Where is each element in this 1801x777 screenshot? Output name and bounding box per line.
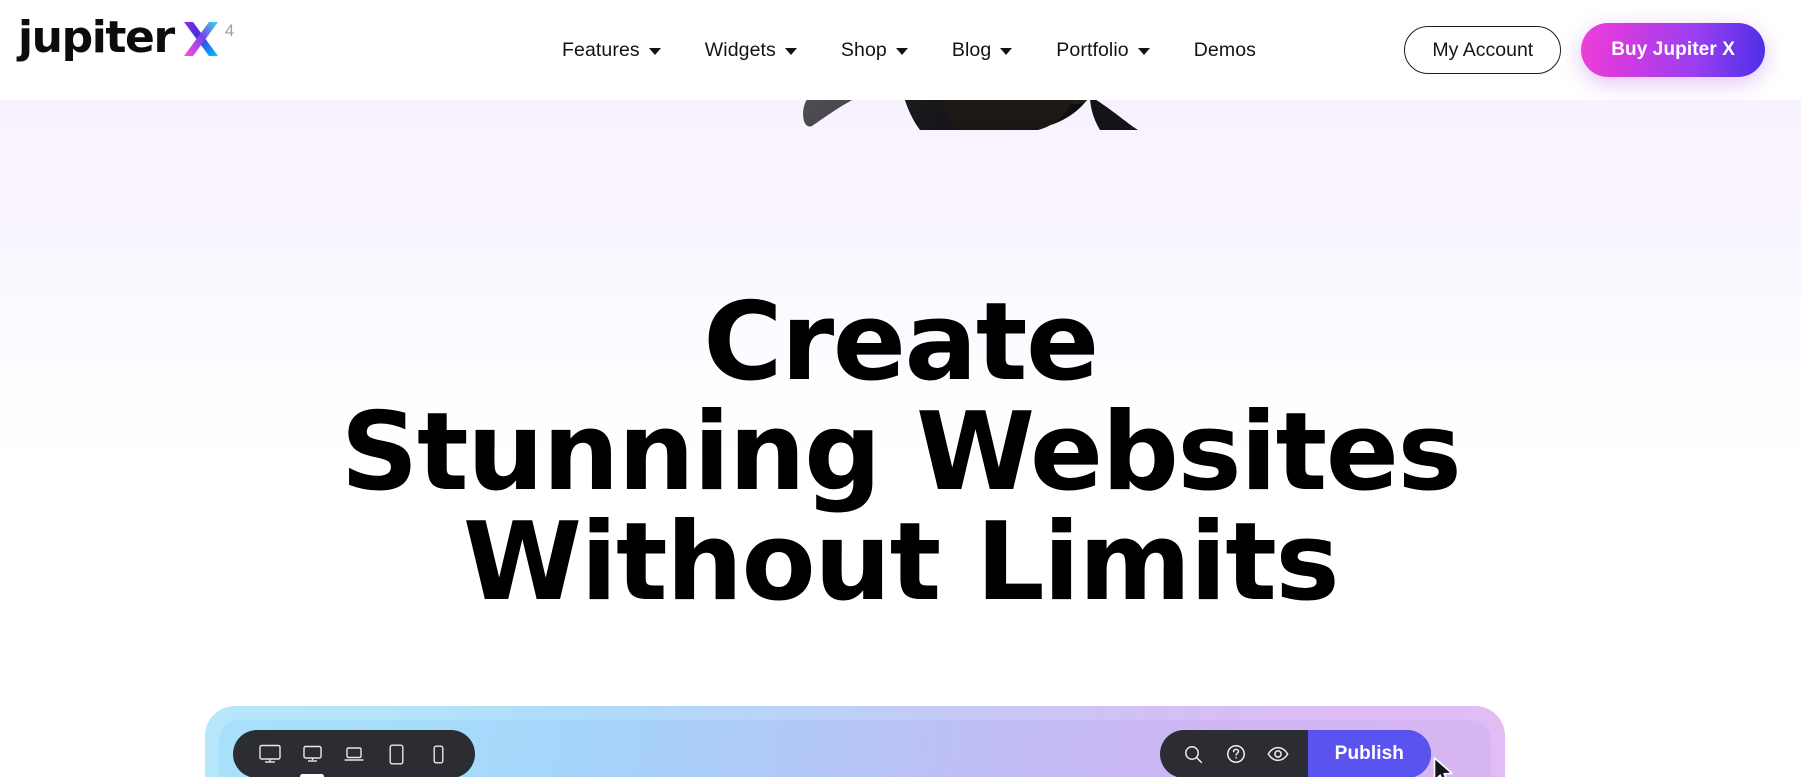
- chevron-down-icon: [895, 48, 908, 55]
- hero-title-line-1: Create: [703, 280, 1099, 405]
- editor-action-toolbar: Publish: [1159, 730, 1431, 777]
- editor-action-icons: [1160, 730, 1308, 777]
- nav-label: Features: [562, 38, 640, 61]
- desktop-large-icon-button[interactable]: [249, 730, 291, 777]
- laptop-icon: [344, 746, 364, 763]
- laptop-icon-button[interactable]: [333, 730, 375, 777]
- nav-item-demos[interactable]: Demos: [1172, 0, 1278, 100]
- chevron-down-icon: [784, 48, 797, 55]
- brand-version: 4: [224, 21, 235, 40]
- tablet-icon-button[interactable]: [375, 730, 417, 777]
- brand-wordmark: jupiter: [18, 12, 175, 63]
- header-actions: My Account Buy Jupiter X: [1404, 0, 1765, 100]
- publish-button[interactable]: Publish: [1307, 730, 1431, 777]
- x-logo-icon: [182, 20, 220, 58]
- nav-label: Portfolio: [1056, 38, 1129, 61]
- desktop-large-icon: [259, 744, 281, 764]
- chevron-down-icon: [1000, 48, 1013, 55]
- nav-label: Demos: [1193, 38, 1257, 61]
- preview-button[interactable]: [1260, 730, 1296, 777]
- page-root: jupiter 4 Features Widgets Shop Blog Por…: [0, 0, 1801, 777]
- search-button[interactable]: [1176, 730, 1212, 777]
- my-account-button[interactable]: My Account: [1404, 26, 1562, 74]
- hero-title-line-3: Without Limits: [462, 500, 1340, 625]
- nav-item-shop[interactable]: Shop: [819, 0, 930, 100]
- hero-title-line-2: Stunning Websites: [340, 390, 1462, 515]
- buy-jupiter-x-button[interactable]: Buy Jupiter X: [1581, 23, 1765, 77]
- eye-preview-icon: [1267, 746, 1289, 762]
- nav-item-features[interactable]: Features: [540, 0, 683, 100]
- site-header: jupiter 4 Features Widgets Shop Blog Por…: [0, 0, 1801, 100]
- tablet-icon: [389, 744, 404, 765]
- nav-item-widgets[interactable]: Widgets: [683, 0, 819, 100]
- desktop-icon-button[interactable]: [291, 730, 333, 777]
- help-button[interactable]: [1218, 730, 1254, 777]
- nav-label: Widgets: [704, 38, 776, 61]
- nav-item-blog[interactable]: Blog: [930, 0, 1034, 100]
- chevron-down-icon: [1137, 48, 1150, 55]
- device-preview-toolbar: [233, 730, 475, 777]
- nav-item-portfolio[interactable]: Portfolio: [1034, 0, 1171, 100]
- nav-label: Shop: [840, 38, 887, 61]
- page-title: Create Stunning Websites Without Limits: [0, 288, 1801, 618]
- chevron-down-icon: [648, 48, 661, 55]
- help-circle-icon: [1226, 744, 1246, 764]
- main-navigation: Features Widgets Shop Blog Portfolio Dem…: [540, 0, 1278, 100]
- search-icon: [1184, 745, 1203, 764]
- brand-logo[interactable]: jupiter 4: [18, 14, 234, 62]
- hero-section: Create Stunning Websites Without Limits: [0, 100, 1801, 618]
- nav-label: Blog: [951, 38, 992, 61]
- desktop-icon: [302, 745, 322, 763]
- mobile-icon-button[interactable]: [417, 730, 459, 777]
- mobile-icon: [433, 745, 444, 764]
